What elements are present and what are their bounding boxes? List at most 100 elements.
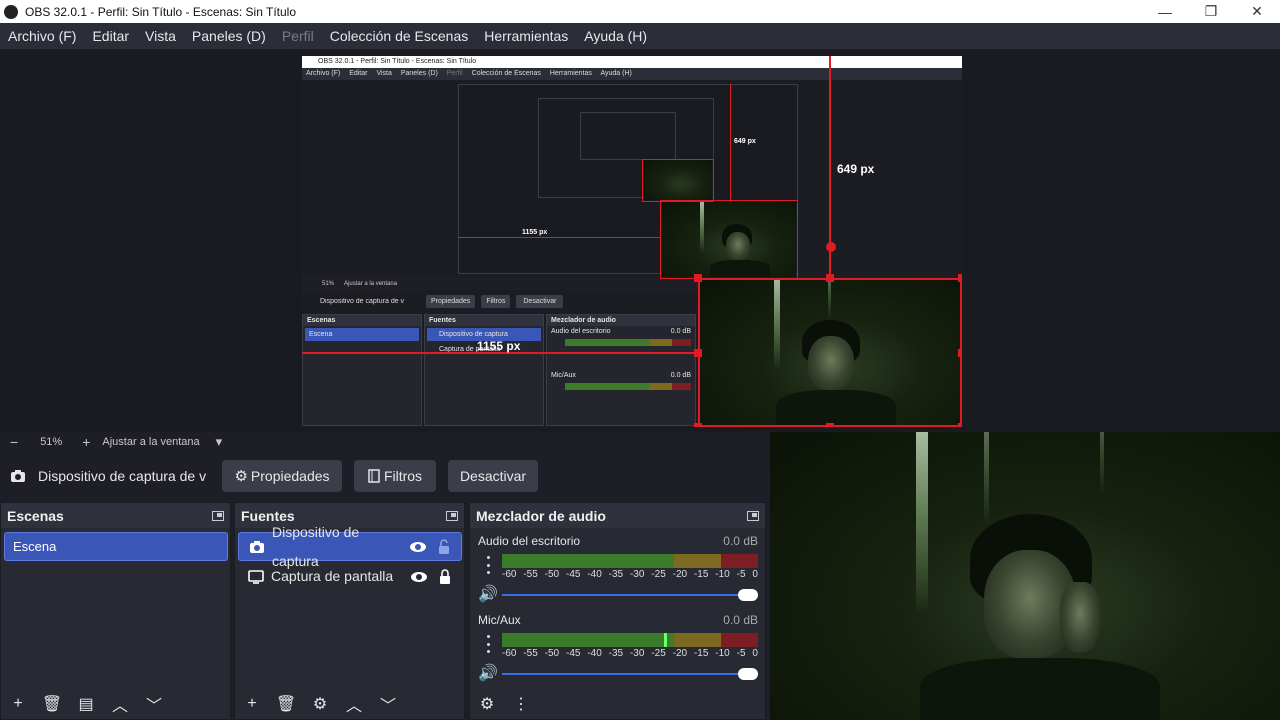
visibility-eye-icon[interactable] (410, 568, 428, 586)
transform-box-large[interactable] (698, 278, 962, 427)
scenes-title: Escenas (7, 507, 64, 524)
nested-source-name: Dispositivo de captura de v (320, 297, 405, 305)
resize-handle[interactable] (826, 423, 834, 427)
window-title: OBS 32.0.1 - Perfil: Sin Título - Escena… (25, 4, 297, 19)
resize-handle[interactable] (694, 423, 702, 427)
close-button[interactable]: ✕ (1234, 0, 1280, 23)
person-hand (1060, 582, 1100, 652)
nested-track-db: 0.0 dB (670, 372, 691, 379)
move-down-icon[interactable]: ﹀ (371, 689, 405, 719)
nested-props: Propiedades (426, 294, 476, 308)
menu-paneles[interactable]: Paneles (D) (184, 28, 274, 44)
nested-menu-item: Colección de Escenas (471, 70, 541, 77)
resize-handle[interactable] (958, 423, 962, 427)
volume-slider[interactable] (502, 668, 758, 680)
menu-archivo[interactable]: Archivo (F) (0, 28, 84, 44)
peak-indicator (664, 633, 667, 647)
trash-icon[interactable]: 🗑 (35, 689, 69, 719)
track-mic-aux: Mic/Aux 0.0 dB -60 -55 -50 -45 -40 -35 -30 -25-… (478, 613, 758, 685)
zoom-in-button[interactable]: + (82, 434, 90, 450)
nested-track-name: Audio del escritorio (551, 328, 611, 335)
properties-label: Propiedades (250, 468, 330, 484)
scene-filters-icon[interactable]: ▤ (69, 689, 103, 719)
undock-icon[interactable] (212, 510, 224, 521)
visibility-eye-icon[interactable] (409, 538, 427, 556)
move-down-icon[interactable]: ﹀ (137, 689, 171, 719)
meter-ticks: -60 -55 -50 -45 -40 -35 -30 -25 -20 -15 -10 -5 0 (502, 648, 758, 659)
gear-icon: ⚙ (234, 468, 248, 485)
webcam-preview (770, 432, 1280, 720)
light-streak (916, 432, 928, 612)
nested-scenes-dock: Escenas Escena (302, 314, 422, 426)
trash-icon[interactable]: 🗑 (269, 689, 303, 719)
nested-meter (565, 339, 691, 346)
nested-sources-dock: Fuentes Dispositivo de captura Captura d… (424, 314, 544, 426)
lock-icon[interactable] (436, 568, 454, 586)
zoom-bar: − 51% + Ajustar a la ventana ▾ (0, 432, 770, 452)
nested-recursion-smallest (580, 112, 676, 160)
menu-herramientas[interactable]: Herramientas (476, 28, 576, 44)
nested-scenes-title: Escenas (303, 315, 421, 326)
source-item-screen-capture[interactable]: Captura de pantalla (238, 562, 462, 591)
zoom-fit-label[interactable]: Ajustar a la ventana (102, 436, 199, 448)
obs-logo-icon (4, 4, 18, 19)
menu-coleccion[interactable]: Colección de Escenas (322, 28, 477, 44)
source-toolbar: Dispositivo de captura de v ⚙ Propiedade… (0, 454, 770, 498)
nested-zoom: 51% (322, 281, 335, 287)
nested-menu-item: Editar (349, 70, 368, 77)
zoom-level: 51% (40, 436, 63, 448)
track-name: Mic/Aux (478, 613, 521, 627)
gear-icon[interactable]: ⚙ (303, 689, 337, 719)
move-up-icon[interactable]: ︿ (337, 689, 371, 719)
light-streak (1100, 432, 1104, 492)
resize-handle[interactable] (694, 274, 702, 282)
measure-line-vertical-small (730, 84, 731, 202)
track-menu-icon[interactable] (482, 556, 494, 574)
menu-vista[interactable]: Vista (137, 28, 184, 44)
resize-handle[interactable] (958, 274, 962, 282)
light-streak (984, 432, 989, 522)
chevron-down-icon[interactable]: ▾ (216, 434, 223, 450)
speaker-icon[interactable]: 🔊 (478, 663, 498, 683)
scenes-header: Escenas (1, 503, 230, 528)
track-menu-icon[interactable] (482, 635, 494, 653)
move-up-icon[interactable]: ︿ (103, 689, 137, 719)
track-header: Mic/Aux 0.0 dB (478, 613, 758, 627)
deactivate-button[interactable]: Desactivar (448, 460, 538, 492)
add-icon[interactable]: + (235, 689, 269, 719)
mixer-menu-icon[interactable]: ⋮ (504, 689, 538, 719)
minimize-button[interactable]: — (1142, 0, 1188, 23)
menu-ayuda[interactable]: Ayuda (H) (576, 28, 655, 44)
undock-icon[interactable] (747, 510, 759, 521)
camera-icon (249, 539, 265, 555)
resize-handle[interactable] (694, 349, 702, 357)
menu-editar[interactable]: Editar (84, 28, 137, 44)
nested-meter (565, 383, 691, 390)
maximize-button[interactable]: ❐ (1188, 0, 1234, 23)
properties-button[interactable]: ⚙ Propiedades (222, 460, 342, 492)
menu-bar: Archivo (F) Editar Vista Paneles (D) Per… (0, 23, 1280, 49)
height-measurement-label-small: 649 px (734, 138, 756, 145)
unlocked-lock-icon[interactable] (435, 538, 453, 556)
filters-label: Filtros (383, 468, 423, 484)
zoom-out-button[interactable]: − (10, 434, 18, 450)
add-icon[interactable]: + (1, 689, 35, 719)
measure-endpoint (826, 242, 836, 252)
nested-mixer-title: Mezclador de audio (547, 315, 695, 326)
speaker-icon[interactable]: 🔊 (478, 584, 498, 604)
nested-title: OBS 32.0.1 - Perfil: Sin Título - Escena… (302, 56, 962, 68)
advanced-audio-gear-icon[interactable]: ⚙ (470, 689, 504, 719)
source-item-capture-device[interactable]: Dispositivo de captura (238, 524, 462, 569)
nested-menu-item: Paneles (D) (400, 70, 438, 77)
audio-mixer-dock: Mezclador de audio Audio del escritorio … (469, 502, 766, 720)
nested-track-db: 0.0 dB (670, 328, 691, 335)
width-measurement-label-small: 1155 px (522, 229, 548, 236)
scene-item[interactable]: Escena (4, 532, 228, 561)
volume-slider[interactable] (502, 589, 758, 601)
nested-obs-preview: OBS 32.0.1 - Perfil: Sin Título - Escena… (302, 56, 962, 427)
undock-icon[interactable] (446, 510, 458, 521)
resize-handle[interactable] (826, 274, 834, 282)
nested-deactivate: Desactivar (516, 294, 564, 308)
filters-button[interactable]: Filtros (354, 460, 436, 492)
resize-handle[interactable] (958, 349, 962, 357)
